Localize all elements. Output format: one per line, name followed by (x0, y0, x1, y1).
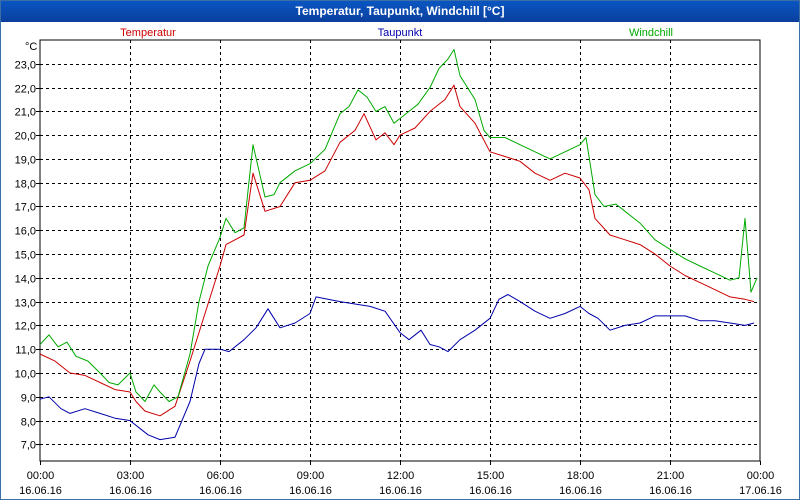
y-tick-label: 18,0 (15, 179, 36, 191)
x-tick-date: 16.06.16 (199, 485, 242, 497)
x-tick-date: 16.06.16 (289, 485, 332, 497)
y-tick-label: 11,0 (15, 345, 36, 357)
y-tick-label: 21,0 (15, 107, 36, 119)
legend-windchill: Windchill (629, 27, 673, 39)
x-tick-time: 00:00 (747, 470, 775, 482)
chart-series (39, 49, 758, 441)
x-tick-date: 16.06.16 (109, 485, 152, 497)
legend-temperatur: Temperatur (120, 27, 176, 39)
y-unit-label: °C (25, 41, 37, 53)
x-tick-time: 03:00 (117, 470, 145, 482)
y-tick-label: 19,0 (15, 155, 36, 167)
y-tick-label: 9,0 (21, 393, 36, 405)
y-tick-label: 8,0 (21, 417, 36, 429)
x-tick-time: 21:00 (657, 470, 685, 482)
y-tick-label: 15,0 (15, 250, 36, 262)
x-tick-date: 16.06.16 (379, 485, 422, 497)
x-tick-time: 09:00 (297, 470, 325, 482)
y-tick-label: 16,0 (15, 226, 36, 238)
legend-taupunkt: Taupunkt (378, 27, 423, 39)
x-tick-time: 12:00 (387, 470, 415, 482)
y-axis-ticks: 7,0 8,0 9,0 10,0 11,0 12,0 13,0 14,0 15,0 16,0 17,… (15, 60, 40, 452)
x-tick-time: 18:00 (567, 470, 595, 482)
series-line-windchill (39, 49, 758, 402)
y-tick-label: 20,0 (15, 131, 36, 143)
y-tick-label: 23,0 (15, 60, 36, 72)
y-tick-label: 14,0 (15, 274, 36, 286)
y-tick-label: 10,0 (15, 369, 36, 381)
y-tick-label: 13,0 (15, 298, 36, 310)
x-tick-time: 06:00 (207, 470, 235, 482)
series-line-temperatur (39, 84, 755, 417)
x-axis-ticks: 00:00 16.06.16 03:00 16.06.16 06:00 16.06.16 0… (19, 461, 782, 497)
y-tick-label: 12,0 (15, 321, 36, 333)
x-tick-date: 16.06.16 (19, 485, 62, 497)
series-line-taupunkt (39, 294, 755, 441)
x-tick-date: 17.06.16 (739, 485, 782, 497)
y-tick-label: 7,0 (21, 440, 36, 452)
chart-svg: °C 7,0 8,0 9,0 10,0 11,0 12,0 13,0 14,0 15,0 16,0… (15, 27, 782, 497)
x-tick-date: 16.06.16 (649, 485, 692, 497)
y-tick-label: 17,0 (15, 202, 36, 214)
x-tick-date: 16.06.16 (469, 485, 512, 497)
x-tick-time: 15:00 (477, 470, 505, 482)
x-tick-time: 00:00 (27, 470, 55, 482)
chart-grid (40, 40, 760, 461)
x-tick-date: 16.06.16 (559, 485, 602, 497)
chart-legend: Temperatur Taupunkt Windchill (120, 27, 673, 39)
y-tick-label: 22,0 (15, 84, 36, 96)
